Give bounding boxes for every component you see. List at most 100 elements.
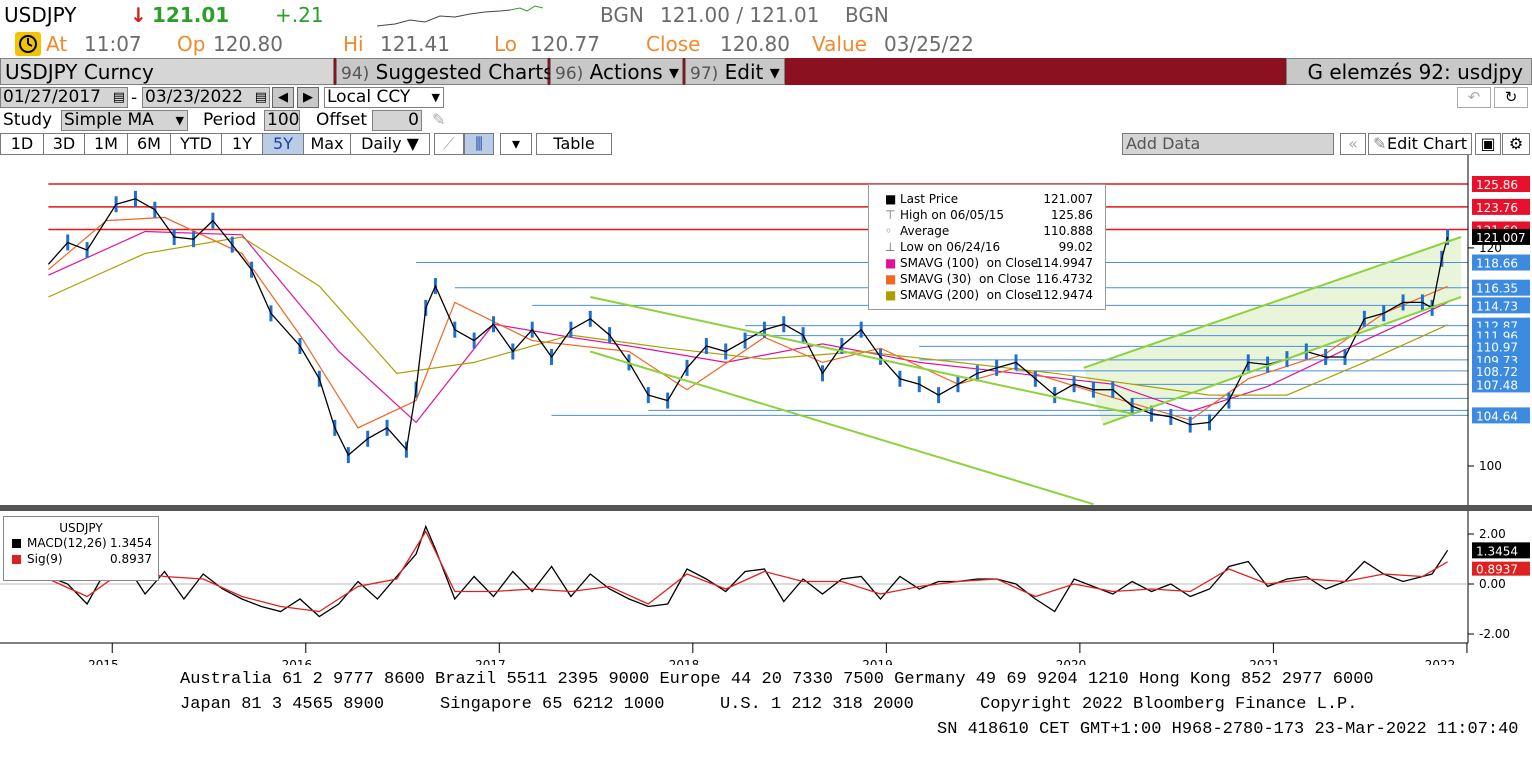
legend-swatch: ■ <box>885 272 897 286</box>
bid-ask: 121.00 / 121.01 <box>660 3 820 27</box>
suggested-charts-button[interactable]: 94) Suggested Charts <box>336 58 554 85</box>
period-input[interactable]: 100 <box>264 110 300 131</box>
macd-legend-title: USDJPY <box>59 521 103 535</box>
open-label: Op <box>177 32 206 56</box>
legend-value: 121.007 <box>1043 192 1093 206</box>
offset-input[interactable]: 0 <box>372 110 422 131</box>
macd-legend-row: MACD(12,26) 1.3454 <box>4 536 158 552</box>
chevron-down-icon[interactable]: ▾ <box>500 133 532 155</box>
footer-singapore: Singapore 65 6212 1000 <box>440 695 665 714</box>
macd-value: 1.3454 <box>110 536 152 550</box>
legend-row: ■ SMAVG (100) on Close 114.9947 <box>869 255 1105 271</box>
tab-max[interactable]: Max <box>303 133 351 155</box>
down-arrow-icon: ↓ <box>130 3 147 27</box>
sig-swatch <box>12 555 21 564</box>
legend-label: High on 06/05/15 <box>900 208 1005 222</box>
tab-3d[interactable]: 3D <box>43 133 85 155</box>
bar-chart-icon[interactable]: ⫼ <box>464 133 494 155</box>
legend-swatch: ■ <box>885 192 897 206</box>
chart-settings-icon[interactable]: ▣ <box>1475 133 1501 155</box>
channel-fill <box>1083 237 1462 425</box>
chart-area[interactable]: 120100125.86123.76121.69118.66116.35114.… <box>0 155 1532 665</box>
tab-5y[interactable]: 5Y <box>262 133 304 155</box>
add-data-input[interactable]: Add Data <box>1122 133 1334 155</box>
macd-y-tick-label: -2.00 <box>1479 627 1510 641</box>
study-select[interactable]: Simple MA ▼ <box>61 110 188 131</box>
collapse-icon[interactable]: « <box>1340 133 1366 155</box>
line-chart-icon[interactable]: ⟋ <box>434 133 464 155</box>
undo-icon[interactable]: ↶ <box>1457 87 1491 108</box>
x-tick-label: 2021 <box>1249 658 1280 665</box>
x-tick-label: 2016 <box>282 658 313 665</box>
value-label: Value <box>812 32 867 56</box>
sig-label: Sig(9) <box>27 552 63 566</box>
legend-label: SMAVG (30) on Close <box>900 272 1031 286</box>
edit-button[interactable]: 97) Edit ▾ <box>685 58 785 85</box>
reset-icon[interactable]: ↻ <box>1494 87 1528 108</box>
date-dash: - <box>131 88 138 108</box>
legend-value: 112.9474 <box>1035 288 1093 302</box>
legend-label: SMAVG (200) on Close <box>900 288 1039 302</box>
legend-swatch: ■ <box>885 256 897 270</box>
frequency-select[interactable]: Daily ▼ <box>350 133 430 155</box>
currency-select[interactable]: Local CCY ▼ <box>324 87 444 108</box>
close-label: Close <box>646 32 701 56</box>
legend-value: 114.9947 <box>1035 256 1093 270</box>
sig-value: 0.8937 <box>110 552 152 566</box>
macd-series-line <box>48 524 1449 618</box>
price-badge-label: 118.66 <box>1476 257 1518 271</box>
x-tick-label: 2018 <box>669 658 700 665</box>
low-value: 120.77 <box>530 32 600 56</box>
legend-swatch: ■ <box>885 288 897 302</box>
open-value: 120.80 <box>213 32 283 56</box>
price-badge-label: 114.73 <box>1476 299 1518 313</box>
at-label: At <box>46 32 68 56</box>
tab-1y[interactable]: 1Y <box>221 133 263 155</box>
calendar-icon: ▤ <box>112 90 125 105</box>
options-icon[interactable]: ⚙ <box>1502 133 1530 155</box>
edit-chart-button[interactable]: ✎ Edit Chart <box>1368 133 1472 155</box>
pencil-icon: ✎ <box>1373 134 1387 153</box>
sparkline-green <box>509 5 544 12</box>
table-button[interactable]: Table <box>536 133 612 155</box>
clock-icon[interactable] <box>15 32 41 56</box>
y-tick-label: 100 <box>1479 459 1502 473</box>
footer-session: SN 418610 CET GMT+1:00 H968-2780-173 23-… <box>937 720 1519 739</box>
x-tick-label: 2020 <box>1056 658 1087 665</box>
ticker: USDJPY <box>4 3 77 27</box>
next-period-button[interactable]: ▶ <box>297 87 319 108</box>
tab-6m[interactable]: 6M <box>127 133 171 155</box>
macd-label: MACD(12,26) <box>27 536 107 550</box>
macd-legend: USDJPY MACD(12,26) 1.3454 Sig(9) 0.8937 <box>3 516 159 581</box>
macd-y-tick-label: 2.00 <box>1479 527 1506 541</box>
macd-y-tick-label: 0.00 <box>1479 577 1506 591</box>
study-label: Study <box>3 110 53 130</box>
legend-value: 116.4732 <box>1035 272 1093 286</box>
tab-ytd[interactable]: YTD <box>170 133 222 155</box>
legend-row: ◦ Average 110.888 <box>869 223 1105 239</box>
pencil-icon[interactable]: ✎ <box>432 110 445 129</box>
chevron-down-icon: ▼ <box>175 114 184 127</box>
security-field[interactable]: USDJPY Curncy <box>0 58 334 85</box>
prev-period-button[interactable]: ◀ <box>272 87 294 108</box>
actions-button[interactable]: 96) Actions ▾ <box>550 58 683 85</box>
legend-row: ■ SMAVG (30) on Close 116.4732 <box>869 271 1105 287</box>
last-price-badge-label: 121.007 <box>1476 231 1526 245</box>
x-tick-label: 2015 <box>88 658 119 665</box>
legend-swatch: ⊤ <box>885 208 896 222</box>
trend-line <box>590 295 1133 415</box>
sig-legend-row: Sig(9) 0.8937 <box>4 552 158 568</box>
start-date-field[interactable]: 01/27/2017 ▤ <box>0 87 128 108</box>
tab-1m[interactable]: 1M <box>84 133 128 155</box>
net-change: +.21 <box>275 3 324 27</box>
legend-row: ⊤ High on 06/05/15 125.86 <box>869 207 1105 223</box>
legend-label: Average <box>900 224 950 238</box>
end-date-field[interactable]: 03/23/2022 ▤ <box>142 87 270 108</box>
footer-phones: Australia 61 2 9777 8600 Brazil 5511 239… <box>180 670 1374 689</box>
price-badge-label: 123.76 <box>1476 201 1518 215</box>
chevron-down-icon: ▼ <box>431 91 440 104</box>
tab-1d[interactable]: 1D <box>0 133 44 155</box>
low-label: Lo <box>494 32 518 56</box>
toolbar: 1D 3D 1M 6M YTD 1Y 5Y Max Daily ▼ ⟋ ⫼ ▾ … <box>0 133 1532 155</box>
trend-line <box>589 350 1094 506</box>
